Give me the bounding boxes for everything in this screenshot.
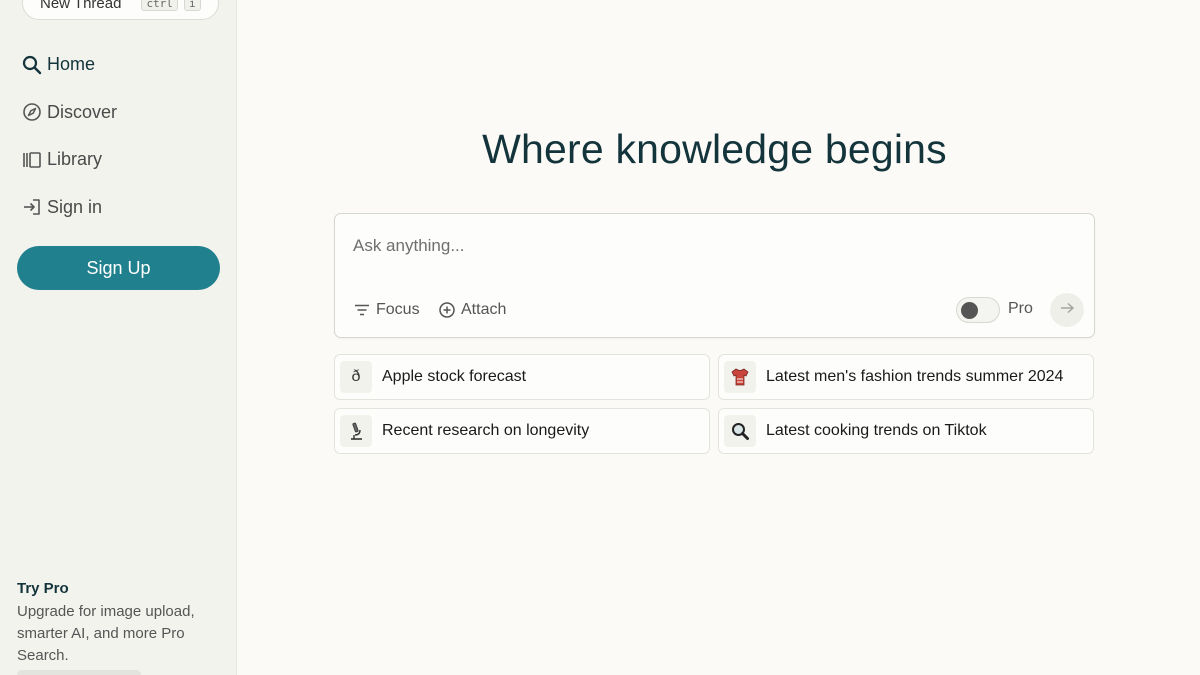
microscope-icon <box>340 415 372 447</box>
sidebar: New Thread ctrl i Home Discover Library <box>0 0 237 675</box>
pro-toggle[interactable] <box>956 297 1000 323</box>
sign-up-button[interactable]: Sign Up <box>17 246 220 290</box>
suggestion-card[interactable]: ð Apple stock forecast <box>334 354 710 400</box>
sidebar-item-label: Discover <box>47 101 118 122</box>
search-input[interactable] <box>353 232 1053 260</box>
sidebar-item-home[interactable]: Home <box>22 50 117 79</box>
magnifier-icon <box>724 415 756 447</box>
try-pro-description: Upgrade for image upload, smarter AI, an… <box>17 603 195 664</box>
suggestion-label: Latest cooking trends on Tiktok <box>766 422 987 439</box>
sidebar-nav: Home Discover Library Sign in <box>22 50 117 240</box>
submit-button[interactable] <box>1050 293 1084 327</box>
arrow-right-icon <box>1059 300 1075 321</box>
try-pro-panel: Try Pro Upgrade for image upload, smarte… <box>17 580 222 667</box>
new-thread-label: New Thread <box>40 0 122 12</box>
learn-more-button[interactable] <box>17 670 141 675</box>
sidebar-item-library[interactable]: Library <box>22 145 117 174</box>
suggestion-card[interactable]: Recent research on longevity <box>334 408 710 454</box>
search-icon <box>22 55 42 75</box>
pro-label: Pro <box>1008 300 1033 317</box>
sidebar-item-label: Sign in <box>47 196 103 217</box>
focus-label: Focus <box>376 301 420 318</box>
sidebar-item-label: Home <box>47 54 96 74</box>
plus-circle-icon <box>438 301 456 319</box>
pro-toggle-knob <box>961 302 978 319</box>
try-pro-title: Try Pro <box>17 580 69 597</box>
suggestion-label: Apple stock forecast <box>382 368 527 385</box>
filter-icon <box>353 301 371 319</box>
suggestion-label: Latest men's fashion trends summer 2024 <box>766 368 1064 385</box>
sign-in-icon <box>22 197 42 217</box>
sidebar-item-label: Library <box>47 149 103 169</box>
shortcut-key-i: i <box>183 0 201 11</box>
shirt-icon <box>724 361 756 393</box>
sidebar-item-discover[interactable]: Discover <box>22 98 117 127</box>
suggestion-emoji: ð <box>340 361 372 393</box>
suggestion-card[interactable]: Latest cooking trends on Tiktok <box>718 408 1094 454</box>
search-box: Focus Attach Pro <box>334 213 1095 338</box>
shortcut-key-ctrl: ctrl <box>141 0 178 11</box>
attach-button[interactable]: Attach <box>438 298 506 322</box>
page-title: Where knowledge begins <box>482 126 947 172</box>
sidebar-item-sign-in[interactable]: Sign in <box>22 193 117 222</box>
compass-icon <box>22 102 42 122</box>
new-thread-button[interactable]: New Thread ctrl i <box>22 0 219 20</box>
suggestion-label: Recent research on longevity <box>382 422 590 439</box>
library-icon <box>22 150 42 170</box>
attach-label: Attach <box>461 301 507 318</box>
focus-button[interactable]: Focus <box>353 298 420 322</box>
suggestion-card[interactable]: Latest men's fashion trends summer 2024 <box>718 354 1094 400</box>
